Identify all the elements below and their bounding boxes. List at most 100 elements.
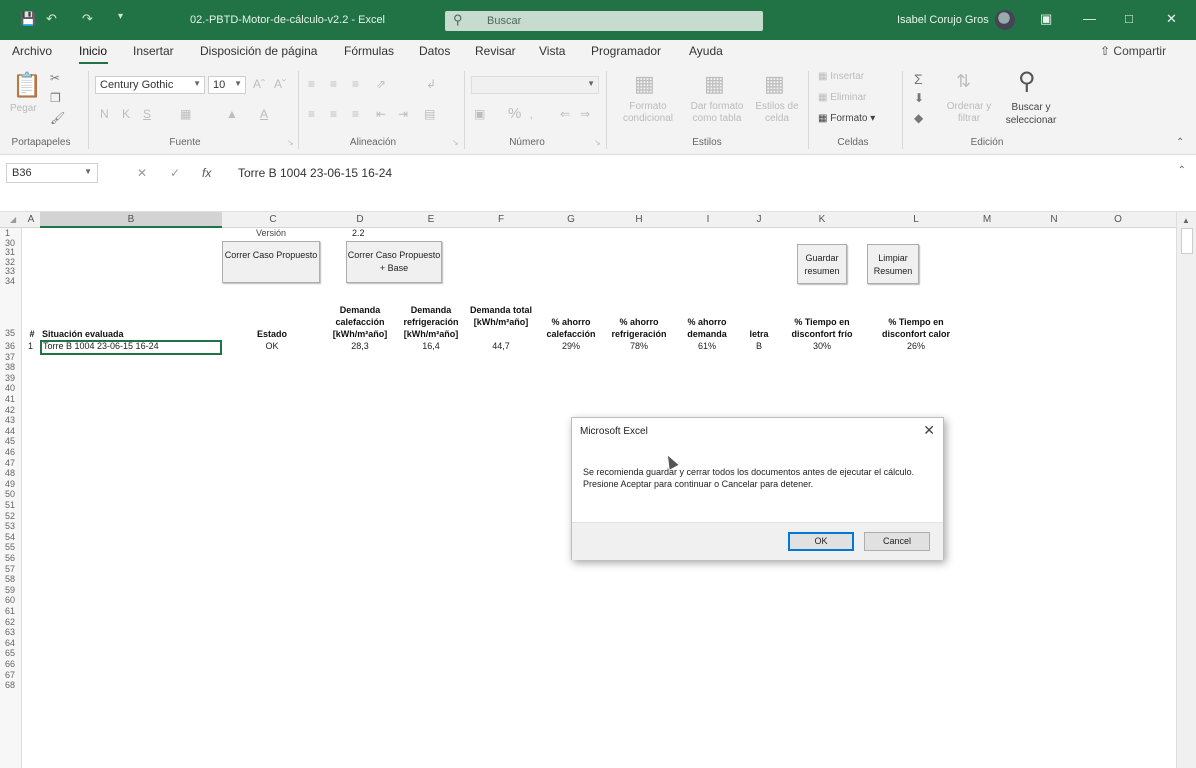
version-value[interactable]: 2.2 bbox=[352, 228, 365, 238]
row-header[interactable]: 60 bbox=[5, 595, 15, 605]
close-icon[interactable]: ✕ bbox=[1166, 11, 1177, 27]
row-header[interactable]: 55 bbox=[5, 542, 15, 552]
align-top-icon[interactable]: ≡ bbox=[308, 77, 315, 91]
column-header[interactable]: E bbox=[396, 214, 466, 225]
save-summary-button[interactable]: Guardar resumen bbox=[797, 244, 847, 284]
row-header[interactable]: 42 bbox=[5, 405, 15, 415]
tab-disposicion[interactable]: Disposición de página bbox=[200, 44, 317, 58]
cell-total[interactable]: 44,7 bbox=[466, 341, 536, 351]
tab-formulas[interactable]: Fórmulas bbox=[344, 44, 394, 58]
cell-status[interactable]: OK bbox=[242, 341, 302, 351]
name-box[interactable]: B36 ▼ bbox=[6, 163, 98, 183]
tab-programador[interactable]: Programador bbox=[591, 44, 661, 58]
row-header[interactable]: 40 bbox=[5, 383, 15, 393]
row-header[interactable]: 64 bbox=[5, 638, 15, 648]
row-header[interactable]: 45 bbox=[5, 436, 15, 446]
customize-quick-access-icon[interactable]: ▾ bbox=[118, 11, 123, 22]
row-header[interactable]: 58 bbox=[5, 574, 15, 584]
row-header[interactable]: 67 bbox=[5, 670, 15, 680]
row-header[interactable]: 51 bbox=[5, 500, 15, 510]
copy-icon[interactable]: ❐ bbox=[50, 91, 61, 105]
cell-save-demand[interactable]: 61% bbox=[674, 341, 740, 351]
dialog-launcher-icon[interactable]: ↘ bbox=[594, 138, 601, 147]
row-header[interactable]: 1 bbox=[5, 228, 10, 238]
scrollbar-thumb[interactable] bbox=[1181, 228, 1193, 254]
clear-icon[interactable]: ◆ bbox=[914, 111, 923, 125]
autosum-icon[interactable]: Σ bbox=[914, 71, 923, 87]
number-format-select[interactable]: ▼ bbox=[471, 76, 599, 94]
cancel-entry-icon[interactable]: ✕ bbox=[137, 166, 147, 180]
undo-icon[interactable]: ↶ bbox=[46, 11, 57, 27]
avatar[interactable] bbox=[995, 10, 1015, 30]
confirm-entry-icon[interactable]: ✓ bbox=[170, 166, 180, 180]
clear-summary-button[interactable]: Limpiar Resumen bbox=[867, 244, 919, 284]
font-name-select[interactable]: Century Gothic ▼ bbox=[95, 76, 205, 94]
row-header[interactable]: 46 bbox=[5, 447, 15, 457]
sort-filter-icon[interactable]: ⇅ bbox=[956, 71, 971, 92]
tab-inicio[interactable]: Inicio bbox=[79, 44, 107, 58]
insert-cells-button[interactable]: ▦ Insertar bbox=[818, 71, 878, 83]
borders-icon[interactable]: ▦ bbox=[180, 107, 191, 121]
column-header[interactable]: K bbox=[774, 214, 870, 225]
comma-style-icon[interactable]: ‚ bbox=[530, 107, 533, 121]
font-color-icon[interactable]: A bbox=[260, 107, 268, 121]
row-header[interactable]: 31 bbox=[5, 247, 15, 257]
column-header[interactable]: B bbox=[40, 214, 222, 225]
row-header[interactable]: 66 bbox=[5, 659, 15, 669]
column-header[interactable]: J bbox=[744, 214, 774, 225]
format-cells-button[interactable]: ▦ Formato ▾ bbox=[818, 112, 888, 125]
column-header[interactable]: H bbox=[606, 214, 672, 225]
run-proposed-button[interactable]: Correr Caso Propuesto bbox=[222, 241, 320, 283]
fill-color-icon[interactable]: ▲ bbox=[226, 107, 238, 121]
row-header[interactable]: 53 bbox=[5, 521, 15, 531]
row-header[interactable]: 61 bbox=[5, 606, 15, 616]
bold-button[interactable]: N bbox=[100, 107, 109, 121]
tab-datos[interactable]: Datos bbox=[419, 44, 450, 58]
column-header[interactable]: O bbox=[1096, 214, 1140, 225]
format-painter-icon[interactable]: 🖌 bbox=[50, 111, 65, 125]
formula-input[interactable]: Torre B 1004 23-06-15 16-24 bbox=[238, 166, 392, 180]
find-icon[interactable]: ⚲ bbox=[1018, 67, 1036, 96]
share-button[interactable]: ⇧ Compartir bbox=[1100, 44, 1166, 58]
row-header[interactable]: 35 bbox=[5, 328, 15, 338]
minimize-icon[interactable]: — bbox=[1083, 11, 1096, 26]
fill-icon[interactable]: ⬇ bbox=[914, 91, 924, 105]
merge-center-icon[interactable]: ▤ bbox=[424, 107, 435, 121]
column-header[interactable]: N bbox=[1012, 214, 1096, 225]
row-header[interactable]: 52 bbox=[5, 511, 15, 521]
collapse-ribbon-icon[interactable]: ⌃ bbox=[1176, 137, 1184, 148]
redo-icon[interactable]: ↷ bbox=[82, 11, 93, 27]
format-as-table-icon[interactable]: ▦ bbox=[704, 71, 725, 97]
search-box[interactable]: ⚲ Buscar bbox=[445, 11, 763, 31]
cell-cold-time[interactable]: 30% bbox=[774, 341, 870, 351]
row-header[interactable]: 49 bbox=[5, 479, 15, 489]
vertical-scrollbar[interactable]: ▲ bbox=[1176, 212, 1196, 768]
row-header[interactable]: 39 bbox=[5, 373, 15, 383]
row-header[interactable]: 34 bbox=[5, 276, 15, 286]
row-header[interactable]: 41 bbox=[5, 394, 15, 404]
tab-vista[interactable]: Vista bbox=[539, 44, 565, 58]
column-header[interactable]: D bbox=[324, 214, 396, 225]
cell-letter[interactable]: B bbox=[744, 341, 774, 351]
align-center-icon[interactable]: ≡ bbox=[330, 107, 337, 121]
percent-button[interactable]: % bbox=[508, 105, 521, 122]
row-header[interactable]: 68 bbox=[5, 680, 15, 690]
select-all-icon[interactable]: ◢ bbox=[10, 215, 16, 224]
row-header[interactable]: 62 bbox=[5, 617, 15, 627]
row-header[interactable]: 57 bbox=[5, 564, 15, 574]
row-header[interactable]: 44 bbox=[5, 426, 15, 436]
conditional-format-button[interactable]: Formato condicional bbox=[612, 101, 684, 125]
underline-button[interactable]: S bbox=[143, 107, 151, 121]
cell-styles-button[interactable]: Estilos de celda bbox=[752, 101, 802, 125]
increase-indent-icon[interactable]: ⇥ bbox=[398, 107, 408, 121]
cancel-button[interactable]: Cancel bbox=[864, 532, 930, 551]
column-header[interactable]: I bbox=[672, 214, 744, 225]
dialog-close-icon[interactable]: ✕ bbox=[923, 422, 935, 439]
insert-function-icon[interactable]: fx bbox=[202, 166, 211, 180]
row-header[interactable]: 63 bbox=[5, 627, 15, 637]
accounting-format-icon[interactable]: ▣ bbox=[474, 107, 485, 121]
cell-styles-icon[interactable]: ▦ bbox=[764, 71, 785, 97]
align-middle-icon[interactable]: ≡ bbox=[330, 77, 337, 91]
row-header[interactable]: 48 bbox=[5, 468, 15, 478]
row-header[interactable]: 59 bbox=[5, 585, 15, 595]
